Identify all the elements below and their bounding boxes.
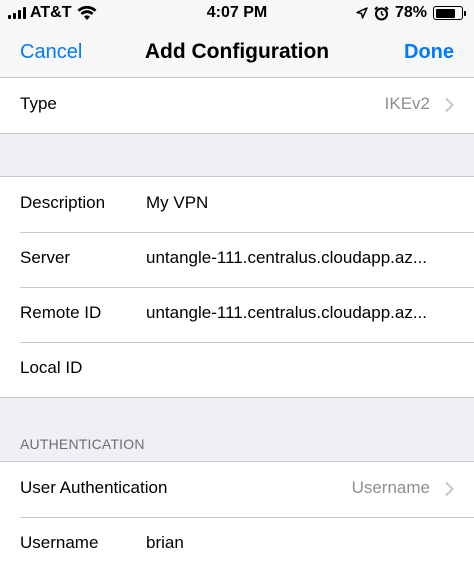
server-row[interactable]: Server untangle-111.centralus.cloudapp.a… xyxy=(0,232,474,287)
configuration-group: Description My VPN Server untangle-111.c… xyxy=(0,176,474,398)
type-group: Type IKEv2 xyxy=(0,77,474,134)
battery-percent: 78% xyxy=(394,4,427,21)
description-row[interactable]: Description My VPN xyxy=(0,177,474,232)
navigation-bar: Cancel Add Configuration Done xyxy=(0,27,474,81)
username-field[interactable]: brian xyxy=(146,533,456,553)
remote-id-field[interactable]: untangle-111.centralus.cloudapp.az... xyxy=(146,303,456,323)
done-button[interactable]: Done xyxy=(404,41,454,64)
remote-id-row[interactable]: Remote ID untangle-111.centralus.cloudap… xyxy=(0,287,474,342)
chevron-right-icon xyxy=(445,481,454,497)
authentication-group: User Authentication Username Username br… xyxy=(0,461,474,567)
username-label: Username xyxy=(20,533,99,552)
authentication-section-header: AUTHENTICATION xyxy=(20,436,145,452)
user-authentication-label: User Authentication xyxy=(20,478,168,497)
type-row[interactable]: Type IKEv2 xyxy=(0,78,474,133)
user-authentication-row[interactable]: User Authentication Username xyxy=(0,462,474,517)
description-field[interactable]: My VPN xyxy=(146,193,456,213)
server-label: Server xyxy=(20,248,71,267)
description-label: Description xyxy=(20,193,106,212)
battery-icon xyxy=(433,6,466,20)
local-id-label: Local ID xyxy=(20,358,83,377)
username-row[interactable]: Username brian xyxy=(0,517,474,567)
location-icon xyxy=(356,7,368,19)
type-value: IKEv2 xyxy=(384,94,430,113)
page-title: Add Configuration xyxy=(144,40,330,63)
user-authentication-value: Username xyxy=(351,478,430,497)
remote-id-label: Remote ID xyxy=(20,303,102,322)
chevron-right-icon xyxy=(445,97,454,113)
server-field[interactable]: untangle-111.centralus.cloudapp.az... xyxy=(146,248,456,268)
type-label: Type xyxy=(20,94,57,113)
status-bar: AT&T 4:07 PM 78% xyxy=(0,0,474,27)
local-id-row[interactable]: Local ID xyxy=(0,342,474,397)
status-right: 78% xyxy=(356,4,466,22)
alarm-icon xyxy=(374,5,389,20)
